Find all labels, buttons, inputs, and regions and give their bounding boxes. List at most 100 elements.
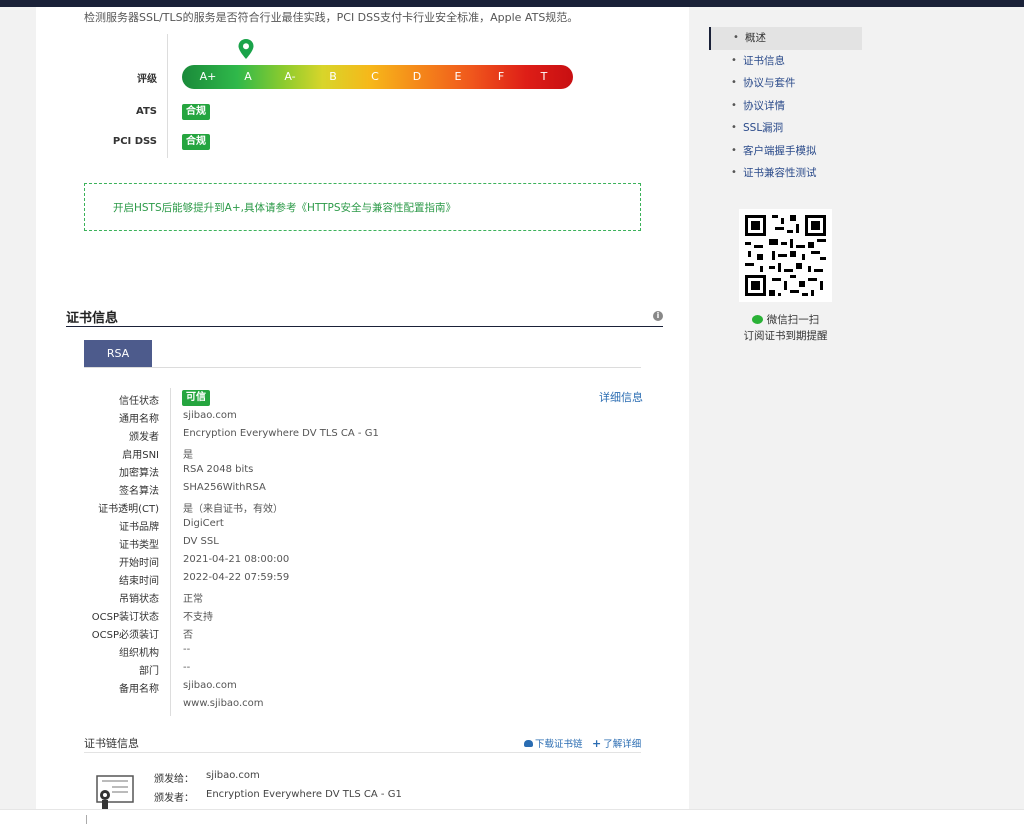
wechat-icon xyxy=(751,315,763,324)
label-ct: 证书透明(CT) xyxy=(98,504,159,515)
chain-issued-to: sjibao.com xyxy=(206,770,260,781)
bullet-icon: • xyxy=(731,144,737,156)
chain-issued-to-label: 颁发给： xyxy=(154,774,194,785)
label-org: 组织机构 xyxy=(119,648,159,659)
grade-f: F xyxy=(497,70,505,83)
value-end: 2022-04-22 07:59:59 xyxy=(183,572,290,583)
download-chain-label: 下载证书链 xyxy=(535,739,583,750)
grade-c: C xyxy=(371,70,379,83)
label-signature: 签名算法 xyxy=(119,486,159,497)
intro-text: 检测服务器SSL/TLS的服务是否符合行业最佳实践，PCI DSS支付卡行业安全… xyxy=(84,11,579,24)
value-org: -- xyxy=(183,644,191,655)
bullet-icon: • xyxy=(731,77,737,88)
divider xyxy=(167,34,168,158)
label-common-name: 通用名称 xyxy=(119,414,159,425)
hsts-tip-box: 开启HSTS后能够提升到A+,具体请参考《HTTPS安全与兼容性配置指南》 xyxy=(84,183,641,231)
sidebar-item-label: SSL漏洞 xyxy=(743,122,784,134)
bullet-icon: • xyxy=(731,122,737,133)
grade-b: B xyxy=(329,70,337,83)
label-start: 开始时间 xyxy=(119,558,159,569)
details-link[interactable]: 详细信息 xyxy=(599,389,643,405)
grade-a: A xyxy=(244,70,252,83)
sidebar-item-protocols[interactable]: • 协议与套件 xyxy=(709,72,862,95)
chain-issuer: Encryption Everywhere DV TLS CA - G1 xyxy=(206,789,402,800)
sidebar-item-label: 证书信息 xyxy=(743,54,785,67)
value-ocsp-stapling: 不支持 xyxy=(183,612,213,623)
qr-code xyxy=(739,209,832,302)
sidebar-item-label: 协议与套件 xyxy=(743,77,796,89)
info-icon[interactable]: i xyxy=(653,311,663,321)
qr-caption-wechat: 微信扫一扫 xyxy=(709,312,862,327)
label-type: 证书类型 xyxy=(119,540,159,551)
tab-rsa[interactable]: RSA xyxy=(84,340,152,367)
grade-a-plus: A+ xyxy=(199,70,217,83)
main-content: 检测服务器SSL/TLS的服务是否符合行业最佳实践，PCI DSS支付卡行业安全… xyxy=(36,7,689,824)
hsts-tip-link[interactable]: 开启HSTS后能够提升到A+,具体请参考《HTTPS安全与兼容性配置指南》 xyxy=(113,200,456,215)
cloud-download-icon xyxy=(524,740,533,747)
value-sni: 是 xyxy=(183,450,193,461)
sidebar-item-protocol-details[interactable]: • 协议详情 xyxy=(709,95,862,118)
value-start: 2021-04-21 08:00:00 xyxy=(183,554,290,565)
label-ocsp-must: OCSP必须装订 xyxy=(91,630,159,641)
tab-underline xyxy=(84,367,641,368)
grade-t: T xyxy=(540,70,548,83)
bullet-icon: • xyxy=(731,99,737,111)
value-alt-name: sjibao.com xyxy=(183,680,237,691)
plus-icon: + xyxy=(592,737,602,750)
chain-divider xyxy=(84,752,641,753)
value-alt-name-2: www.sjibao.com xyxy=(183,698,264,709)
value-revocation: 正常 xyxy=(183,594,203,605)
grade-d: D xyxy=(412,70,422,83)
sidebar-item-cert-info[interactable]: • 证书信息 xyxy=(709,50,862,73)
sidebar-item-label: 客户端握手模拟 xyxy=(743,144,817,157)
value-ocsp-must: 否 xyxy=(183,630,193,641)
sidebar-item-handshake[interactable]: • 客户端握手模拟 xyxy=(709,140,862,163)
bullet-icon: • xyxy=(733,32,739,43)
value-dept: -- xyxy=(183,662,191,673)
bullet-icon: • xyxy=(731,54,737,66)
label-alt-names: 备用名称 xyxy=(119,684,159,695)
sidebar-item-ssl-vuln[interactable]: • SSL漏洞 xyxy=(709,117,862,140)
sidebar-item-overview[interactable]: • 概述 xyxy=(709,27,862,50)
label-brand: 证书品牌 xyxy=(119,522,159,533)
chain-title: 证书链信息 xyxy=(84,737,139,750)
qr-caption-1: 微信扫一扫 xyxy=(766,314,820,326)
label-end: 结束时间 xyxy=(119,576,159,587)
label-sni: 启用SNI xyxy=(122,450,159,461)
learn-more-label: 了解详细 xyxy=(603,739,642,750)
location-pin-icon xyxy=(238,39,254,59)
rating-label: 评级 xyxy=(137,74,157,85)
grade-scale: A+ A A- B C D E F T xyxy=(182,65,573,89)
label-trust-status: 信任状态 xyxy=(119,396,159,407)
value-algorithm: RSA 2048 bits xyxy=(183,464,254,475)
bullet-icon: • xyxy=(731,167,737,178)
top-bar xyxy=(0,0,1024,7)
ats-label: ATS xyxy=(136,106,157,117)
value-brand: DigiCert xyxy=(183,518,224,529)
ats-status-badge: 合规 xyxy=(182,104,210,120)
sidebar-item-label: 证书兼容性测试 xyxy=(743,167,817,179)
grade-a-minus: A- xyxy=(284,70,296,83)
sidebar-nav: • 概述 • 证书信息 • 协议与套件 • 协议详情 • SSL漏洞 • 客户端握手模拟 •… xyxy=(709,27,862,185)
qr-caption-2: 订阅证书到期提醒 xyxy=(743,330,828,342)
divider xyxy=(170,388,171,716)
sidebar-item-label: 协议详情 xyxy=(743,99,785,112)
label-revocation: 吊销状态 xyxy=(119,594,159,605)
section-divider xyxy=(66,326,663,327)
learn-more-link[interactable]: + 了解详细 xyxy=(592,736,641,750)
divider xyxy=(86,815,87,824)
pci-label: PCI DSS xyxy=(112,136,157,147)
label-ocsp-stapling: OCSP装订状态 xyxy=(91,612,159,623)
bottom-bar xyxy=(0,809,1024,824)
chain-issuer-label: 颁发者： xyxy=(154,793,194,804)
grade-e: E xyxy=(454,70,462,83)
cert-section-title: 证书信息 xyxy=(66,311,119,326)
value-issuer: Encryption Everywhere DV TLS CA - G1 xyxy=(183,428,379,439)
value-signature: SHA256WithRSA xyxy=(183,482,266,493)
label-algorithm: 加密算法 xyxy=(119,468,159,479)
value-common-name: sjibao.com xyxy=(183,410,237,421)
sidebar-item-compat[interactable]: • 证书兼容性测试 xyxy=(709,162,862,185)
download-chain-link[interactable]: 下载证书链 xyxy=(524,736,583,750)
value-ct: 是（来自证书，有效） xyxy=(183,504,283,515)
pci-status-badge: 合规 xyxy=(182,134,210,150)
